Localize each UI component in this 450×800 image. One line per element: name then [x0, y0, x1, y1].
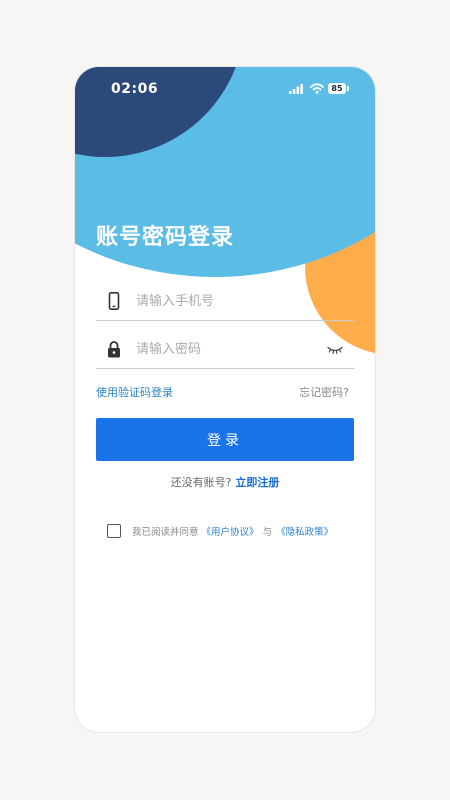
mobile-phone-icon	[108, 292, 120, 310]
phone-screen: 02:06 85 账号密码登录 请输入手机号 使用验证码登录 忘记密码? 登录 …	[75, 67, 375, 732]
header-background	[75, 67, 375, 354]
password-input[interactable]	[136, 336, 316, 362]
eye-closed-icon[interactable]	[327, 345, 343, 355]
status-bar: 02:06 85	[75, 67, 375, 111]
sms-code-login-link[interactable]: 使用验证码登录	[96, 384, 173, 400]
status-time: 02:06	[111, 81, 159, 97]
page-title: 账号密码登录	[96, 225, 235, 250]
agreement-prefix: 我已阅读并同意	[132, 527, 199, 538]
user-agreement-link[interactable]: 《用户协议》	[202, 527, 259, 538]
register-link[interactable]: 立即注册	[235, 476, 279, 489]
lock-icon	[108, 341, 120, 358]
password-field	[96, 328, 354, 369]
register-row: 还没有账号? 立即注册	[75, 474, 375, 490]
agreement-text: 我已阅读并同意 《用户协议》与《隐私政策》	[132, 524, 333, 538]
battery-indicator: 85	[328, 83, 349, 94]
cellular-signal-icon	[289, 84, 303, 94]
agreement-checkbox[interactable]	[107, 524, 121, 538]
privacy-policy-link[interactable]: 《隐私政策》	[276, 527, 333, 538]
login-button[interactable]: 登录	[96, 418, 354, 461]
forgot-password-link[interactable]: 忘记密码?	[299, 384, 349, 400]
agreement-separator: 与	[262, 527, 273, 538]
register-prompt: 还没有账号?	[170, 476, 232, 489]
wifi-icon	[310, 83, 324, 94]
phone-input[interactable]	[136, 288, 316, 314]
phone-field	[96, 280, 354, 321]
